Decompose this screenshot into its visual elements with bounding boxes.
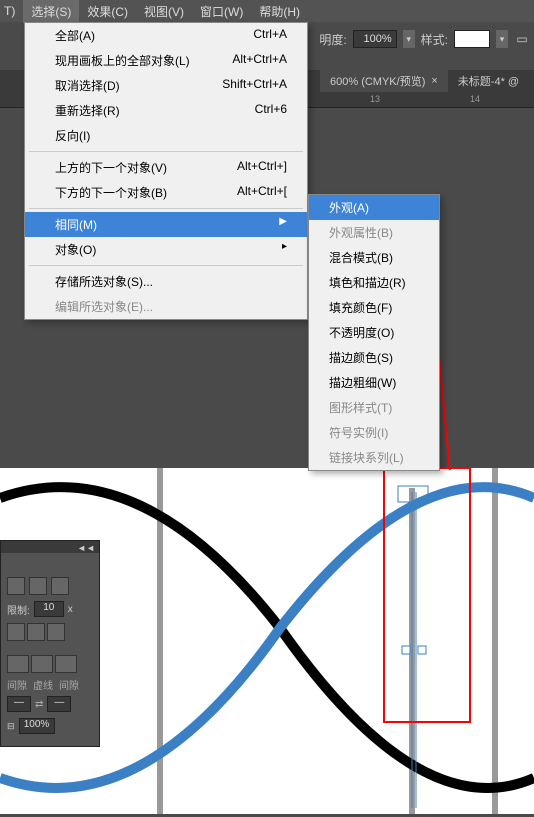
- gap-label: 间隙: [7, 677, 27, 692]
- menu-save-selection[interactable]: 存储所选对象(S)...: [25, 269, 307, 294]
- opacity-dropdown-icon[interactable]: ▾: [403, 30, 415, 48]
- menu-reselect[interactable]: 重新选择(R)Ctrl+6: [25, 98, 307, 123]
- ruler-mark: 13: [370, 94, 380, 104]
- menu-same[interactable]: 相同(M)▶: [25, 212, 307, 237]
- submenu-opacity[interactable]: 不透明度(O): [309, 320, 439, 345]
- options-bar: 明度: 100% ▾ 样式: ▾ ▭: [319, 30, 530, 48]
- menu-select[interactable]: 选择(S): [23, 0, 79, 23]
- doc-setup-icon[interactable]: ▭: [514, 32, 530, 46]
- gap-field[interactable]: [31, 655, 53, 673]
- tab-label: 600% (CMYK/预览): [330, 73, 425, 89]
- cap-butt-icon[interactable]: [7, 577, 25, 595]
- menu-edit-selection: 编辑所选对象(E)...: [25, 294, 307, 319]
- style-dropdown-icon[interactable]: ▾: [496, 30, 508, 48]
- submenu-graphic-style: 图形样式(T): [309, 395, 439, 420]
- separator: [29, 265, 303, 266]
- gap-label-2: 间隙: [59, 677, 79, 692]
- menu-view[interactable]: 视图(V): [136, 0, 192, 23]
- submenu-fill-stroke[interactable]: 填色和描边(R): [309, 270, 439, 295]
- style-label: 样式:: [421, 31, 448, 48]
- close-icon[interactable]: ×: [431, 75, 437, 87]
- submenu-appearance[interactable]: 外观(A): [309, 195, 439, 220]
- submenu-arrow-icon: ▶: [279, 216, 287, 233]
- align-stroke-center-icon[interactable]: [7, 623, 25, 641]
- menu-deselect[interactable]: 取消选择(D)Shift+Ctrl+A: [25, 73, 307, 98]
- stroke-panel: ◄◄ 限制: 10 x 间隙 虚线 间隙 —: [0, 540, 100, 747]
- same-submenu: 外观(A) 外观属性(B) 混合模式(B) 填色和描边(R) 填充颜色(F) 不…: [308, 194, 440, 471]
- submenu-fill-color[interactable]: 填充颜色(F): [309, 295, 439, 320]
- cap-round-icon[interactable]: [29, 577, 47, 595]
- tab-document-2[interactable]: 未标题-4* @: [448, 70, 529, 92]
- annotation-box: [383, 467, 471, 723]
- menu-object[interactable]: 对象(O)▸: [25, 237, 307, 262]
- submenu-stroke-color[interactable]: 描边颜色(S): [309, 345, 439, 370]
- menu-cut[interactable]: T): [0, 1, 23, 21]
- submenu-blend-mode[interactable]: 混合模式(B): [309, 245, 439, 270]
- dash-field-2[interactable]: [55, 655, 77, 673]
- menu-next-above[interactable]: 上方的下一个对象(V)Alt+Ctrl+]: [25, 155, 307, 180]
- limit-field[interactable]: 10: [34, 601, 64, 617]
- limit-label: 限制:: [7, 602, 30, 617]
- opacity-label: 明度:: [319, 31, 346, 48]
- menubar: T) 选择(S) 效果(C) 视图(V) 窗口(W) 帮助(H): [0, 0, 534, 22]
- align-stroke-outside-icon[interactable]: [47, 623, 65, 641]
- menu-help[interactable]: 帮助(H): [251, 0, 308, 23]
- style-swatch[interactable]: [454, 30, 490, 48]
- scale-link-icon[interactable]: ⊟: [7, 721, 15, 732]
- separator: [29, 151, 303, 152]
- separator: [29, 208, 303, 209]
- menu-inverse[interactable]: 反向(I): [25, 123, 307, 148]
- dash-field[interactable]: [7, 655, 29, 673]
- tab-document-1[interactable]: 600% (CMYK/预览) ×: [320, 70, 448, 92]
- tab-label: 未标题-4* @: [458, 73, 519, 89]
- menu-next-below[interactable]: 下方的下一个对象(B)Alt+Ctrl+[: [25, 180, 307, 205]
- scale-field[interactable]: 100%: [19, 718, 55, 734]
- submenu-link-block: 链接块系列(L): [309, 445, 439, 470]
- limit-suffix: x: [68, 604, 73, 615]
- align-stroke-inside-icon[interactable]: [27, 623, 45, 641]
- submenu-appearance-attr: 外观属性(B): [309, 220, 439, 245]
- select-menu-dropdown: 全部(A)Ctrl+A 现用画板上的全部对象(L)Alt+Ctrl+A 取消选择…: [24, 22, 308, 320]
- collapse-icon[interactable]: ◄◄: [77, 543, 95, 551]
- dash-label: 虚线: [33, 677, 53, 692]
- submenu-arrow-icon: ▸: [282, 241, 287, 258]
- swap-arrows-icon[interactable]: ⇄: [35, 699, 43, 710]
- menu-all-artboard[interactable]: 现用画板上的全部对象(L)Alt+Ctrl+A: [25, 48, 307, 73]
- ruler-mark: 14: [470, 94, 480, 104]
- arrow-end[interactable]: —: [47, 696, 71, 712]
- submenu-symbol-instance: 符号实例(I): [309, 420, 439, 445]
- panel-header: ◄◄: [1, 541, 99, 553]
- submenu-stroke-weight[interactable]: 描边粗细(W): [309, 370, 439, 395]
- menu-window[interactable]: 窗口(W): [192, 0, 251, 23]
- menu-effect[interactable]: 效果(C): [79, 0, 136, 23]
- menu-all[interactable]: 全部(A)Ctrl+A: [25, 23, 307, 48]
- arrow-start[interactable]: —: [7, 696, 31, 712]
- cap-square-icon[interactable]: [51, 577, 69, 595]
- opacity-field[interactable]: 100%: [353, 30, 397, 48]
